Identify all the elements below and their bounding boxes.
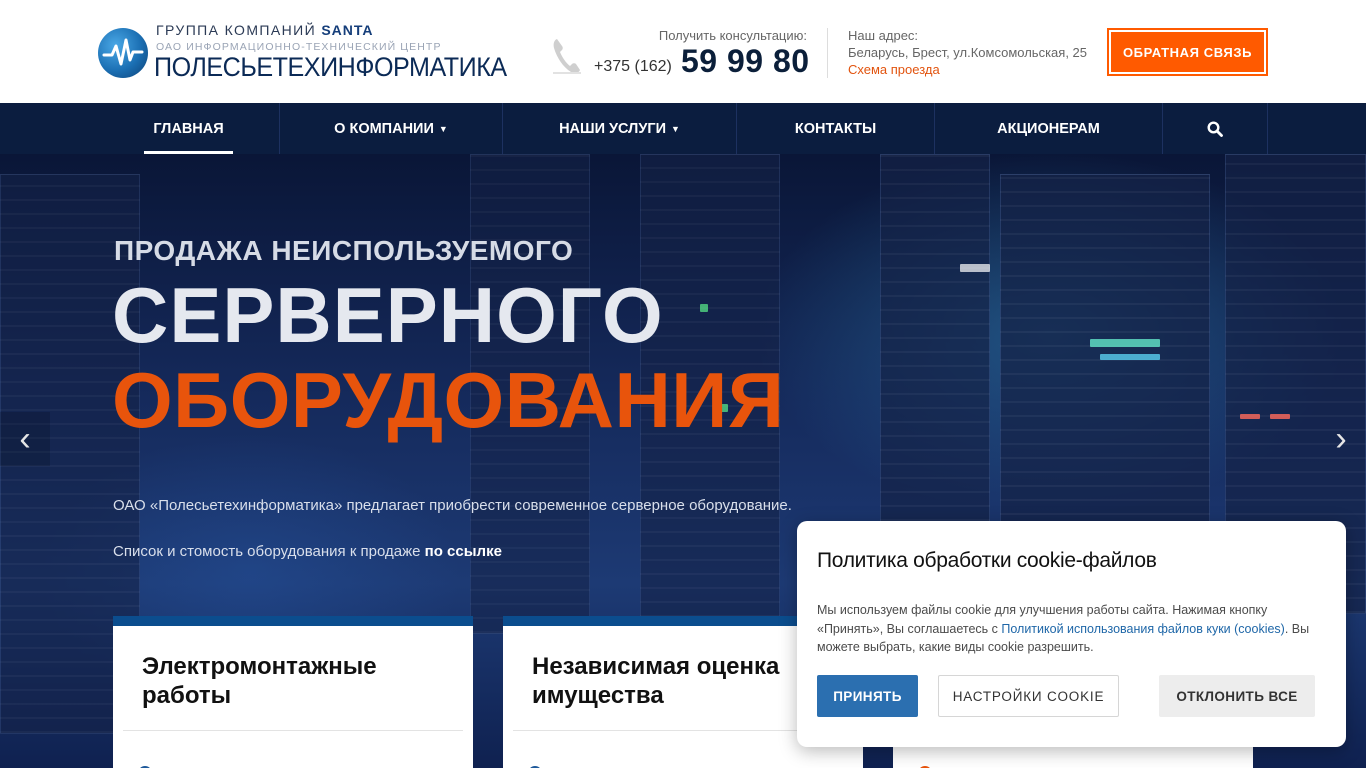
nav-search-button[interactable]	[1163, 103, 1268, 154]
logo-brand: SANTA	[321, 22, 374, 38]
nav-item-label: ГЛАВНАЯ	[153, 120, 224, 137]
address-label: Наш адрес:	[848, 28, 919, 43]
slider-prev-button[interactable]: ‹	[0, 412, 50, 466]
main-nav: ГЛАВНАЯ О КОМПАНИИ ▼ НАШИ УСЛУГИ ▼ КОНТАКТ…	[0, 103, 1366, 154]
logo-pulse-icon	[98, 28, 148, 78]
hero-heading-line1: ПРОДАЖА НЕИСПОЛЬЗУЕМОГО	[114, 235, 574, 266]
phone-prefix: +375 (162)	[594, 58, 672, 75]
logo-group-name: ГРУППА КОМПАНИЙ SANTA	[156, 22, 374, 38]
led-decor	[960, 264, 990, 272]
nav-item-about[interactable]: О КОМПАНИИ ▼	[280, 103, 503, 154]
led-decor	[1100, 354, 1160, 360]
hero-heading-line2: СЕРВЕРНОГО	[112, 271, 664, 359]
nav-item-label: О КОМПАНИИ	[334, 120, 434, 137]
service-card-title: Независимая оценка имущества	[532, 652, 779, 710]
nav-item-label: НАШИ УСЛУГИ	[559, 120, 666, 137]
slider-next-button[interactable]: ›	[1316, 412, 1366, 466]
search-icon	[1207, 120, 1223, 137]
nav-item-label: КОНТАКТЫ	[794, 120, 877, 137]
logo-company-name: ПОЛЕСЬЕТЕХИНФОРМАТИКА	[154, 52, 507, 82]
card-title-line: Независимая оценка	[532, 653, 780, 680]
service-card-electrical[interactable]: Электромонтажные работы	[113, 616, 473, 768]
cookie-policy-link[interactable]: Политикой использования файлов куки (coo…	[1001, 622, 1284, 636]
led-decor	[1240, 414, 1260, 419]
service-card-title: Электромонтажные работы	[142, 652, 377, 710]
led-decor	[1270, 414, 1290, 419]
header-divider	[827, 28, 828, 78]
nav-item-label: АКЦИОНЕРАМ	[997, 120, 1100, 137]
cookie-dialog-title: Политика обработки cookie-файлов	[817, 549, 1157, 572]
site-header: ГРУППА КОМПАНИЙ SANTA ОАО ИНФОРМАЦИОННО-…	[0, 0, 1366, 103]
nav-item-services[interactable]: НАШИ УСЛУГИ ▼	[503, 103, 737, 154]
nav-item-shareholders[interactable]: АКЦИОНЕРАМ	[935, 103, 1163, 154]
card-title-line: имущества	[532, 682, 664, 709]
feedback-button[interactable]: ОБРАТНАЯ СВЯЗЬ	[1107, 28, 1268, 76]
price-list-link[interactable]: по ссылке	[425, 543, 502, 560]
cookie-decline-button[interactable]: ОТКЛОНИТЬ ВСЕ	[1159, 675, 1315, 717]
nav-item-home[interactable]: ГЛАВНАЯ	[98, 103, 280, 154]
hero-description: ОАО «Полесьетехинформатика» предлагает п…	[113, 497, 792, 514]
address-text: Беларусь, Брест, ул.Комсомольская, 25	[848, 45, 1088, 60]
card-title-line: Электромонтажные	[142, 653, 377, 680]
consult-label: Получить консультацию:	[658, 28, 807, 43]
card-title-line: работы	[142, 682, 232, 709]
hero-price-list-text: Список и стомость оборудования к продаже…	[113, 543, 502, 560]
hero-heading-line3: ОБОРУДОВАНИЯ	[112, 356, 785, 444]
chevron-down-icon: ▼	[671, 123, 680, 134]
cookie-consent-dialog: Политика обработки cookie-файлов Мы испо…	[797, 521, 1346, 747]
chevron-left-icon: ‹	[19, 419, 31, 458]
cookie-dialog-text: Мы используем файлы cookie для улучшения…	[817, 601, 1322, 657]
chevron-right-icon: ›	[1335, 419, 1347, 458]
led-decor	[1090, 339, 1160, 347]
directions-link[interactable]: Схема проезда	[848, 62, 940, 77]
cookie-accept-button[interactable]: ПРИНЯТЬ	[817, 675, 918, 717]
card-divider	[123, 730, 463, 731]
company-logo[interactable]: ГРУППА КОМПАНИЙ SANTA ОАО ИНФОРМАЦИОННО-…	[98, 22, 507, 86]
cookie-settings-button[interactable]: НАСТРОЙКИ COOKIE	[938, 675, 1119, 717]
hero-price-list-label: Список и стомость оборудования к продаже	[113, 543, 425, 560]
chevron-down-icon: ▼	[438, 123, 448, 134]
nav-item-contacts[interactable]: КОНТАКТЫ	[737, 103, 935, 154]
phone-number[interactable]: 59 99 80	[681, 43, 810, 80]
led-decor	[700, 304, 708, 312]
phone-icon	[551, 36, 583, 76]
